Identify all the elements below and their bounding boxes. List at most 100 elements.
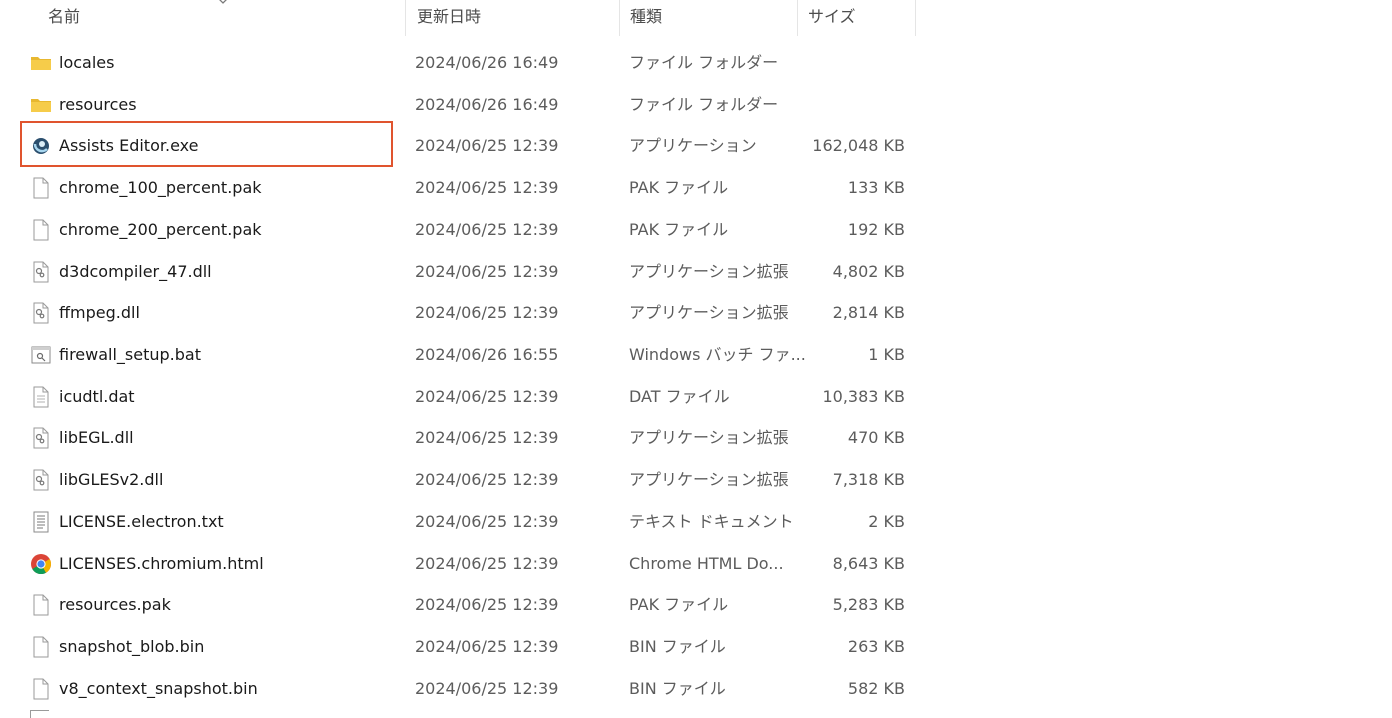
file-row[interactable]: resources 2024/06/26 16:49 ファイル フォルダー xyxy=(0,84,1392,126)
file-date-modified: 2024/06/25 12:39 xyxy=(415,261,559,281)
file-name: libEGL.dll xyxy=(59,428,134,448)
file-name: Assists Editor.exe xyxy=(59,136,199,156)
file-type: DAT ファイル xyxy=(629,386,730,406)
file-size: 7,318 KB xyxy=(832,470,905,490)
file-size: 4,802 KB xyxy=(832,261,905,281)
file-icon xyxy=(30,594,52,616)
file-icon xyxy=(30,177,52,199)
file-date-modified: 2024/06/25 12:39 xyxy=(415,303,559,323)
text-document-icon xyxy=(30,511,52,533)
file-row[interactable]: firewall_setup.bat 2024/06/26 16:55 Window… xyxy=(0,334,1392,376)
file-size: 1 KB xyxy=(868,345,905,365)
file-type: PAK ファイル xyxy=(629,595,729,615)
dll-icon xyxy=(30,261,52,283)
file-type: アプリケーション拡張 xyxy=(629,470,789,490)
file-type: Chrome HTML Do... xyxy=(629,553,784,573)
file-date-modified: 2024/06/26 16:49 xyxy=(415,94,559,114)
file-date-modified: 2024/06/25 12:39 xyxy=(415,470,559,490)
file-size xyxy=(798,84,905,126)
file-type: BIN ファイル xyxy=(629,678,726,698)
file-row[interactable]: locales 2024/06/26 16:49 ファイル フォルダー xyxy=(0,42,1392,84)
dll-icon xyxy=(30,302,52,324)
file-row[interactable]: libGLESv2.dll 2024/06/25 12:39 アプリケーション拡張 7… xyxy=(0,459,1392,501)
dll-icon xyxy=(30,469,52,491)
file-date-modified: 2024/06/25 12:39 xyxy=(415,178,559,198)
file-name: v8_context_snapshot.bin xyxy=(59,678,258,698)
batch-icon xyxy=(30,344,52,366)
file-row[interactable]: chrome_200_percent.pak 2024/06/25 12:39 PA… xyxy=(0,209,1392,251)
file-date-modified: 2024/06/25 12:39 xyxy=(415,428,559,448)
column-header-bar: 名前 更新日時 種類 サイズ xyxy=(0,0,1392,36)
file-date-modified: 2024/06/25 12:39 xyxy=(415,219,559,239)
folder-icon xyxy=(30,52,52,74)
file-name: ffmpeg.dll xyxy=(59,303,140,323)
file-row[interactable]: LICENSES.chromium.html 2024/06/25 12:39 Ch… xyxy=(0,543,1392,585)
file-size: 263 KB xyxy=(847,637,905,657)
file-name: chrome_100_percent.pak xyxy=(59,178,262,198)
file-row[interactable]: resources.pak 2024/06/25 12:39 PAK ファイル 5,2… xyxy=(0,584,1392,626)
file-date-modified: 2024/06/25 12:39 xyxy=(415,553,559,573)
file-type: ファイル フォルダー xyxy=(629,94,779,114)
file-name: resources.pak xyxy=(59,595,171,615)
file-row[interactable]: snapshot_blob.bin 2024/06/25 12:39 BIN ファイ… xyxy=(0,626,1392,668)
file-type: Windows バッチ ファ... xyxy=(629,345,806,365)
file-date-modified: 2024/06/25 12:39 xyxy=(415,678,559,698)
file-size: 192 KB xyxy=(847,219,905,239)
file-type: BIN ファイル xyxy=(629,637,726,657)
file-icon xyxy=(30,678,52,700)
file-row[interactable]: Assists Editor.exe 2024/06/25 12:39 アプリケーシ… xyxy=(0,125,1392,167)
file-row[interactable]: icudtl.dat 2024/06/25 12:39 DAT ファイル 10,383… xyxy=(0,376,1392,418)
file-row[interactable]: LICENSE.electron.txt 2024/06/25 12:39 テキスト… xyxy=(0,501,1392,543)
folder-icon xyxy=(30,94,52,116)
column-header-name[interactable]: 名前 xyxy=(0,0,406,36)
file-date-modified: 2024/06/25 12:39 xyxy=(415,136,559,156)
file-type: テキスト ドキュメント xyxy=(629,511,794,531)
file-row[interactable]: chrome_100_percent.pak 2024/06/25 12:39 PA… xyxy=(0,167,1392,209)
file-size: 2,814 KB xyxy=(832,303,905,323)
file-date-modified: 2024/06/25 12:39 xyxy=(415,595,559,615)
file-row[interactable]: v8_context_snapshot.bin 2024/06/25 12:39 B… xyxy=(0,668,1392,710)
file-size: 5,283 KB xyxy=(832,595,905,615)
chrome-icon xyxy=(30,553,52,575)
column-header-type[interactable]: 種類 xyxy=(620,0,798,36)
file-name: d3dcompiler_47.dll xyxy=(59,261,212,281)
sort-ascending-icon xyxy=(219,0,227,4)
file-date-modified: 2024/06/26 16:49 xyxy=(415,53,559,72)
file-icon xyxy=(30,636,52,658)
file-type: アプリケーション拡張 xyxy=(629,303,789,323)
file-row[interactable]: ffmpeg.dll 2024/06/25 12:39 アプリケーション拡張 2,81… xyxy=(0,292,1392,334)
file-row[interactable]: d3dcompiler_47.dll 2024/06/25 12:39 アプリケーシ… xyxy=(0,251,1392,293)
text-file-icon xyxy=(30,386,52,408)
file-size: 8,643 KB xyxy=(832,553,905,573)
file-date-modified: 2024/06/25 12:39 xyxy=(415,511,559,531)
file-size: 162,048 KB xyxy=(812,136,905,156)
column-header-size[interactable]: サイズ xyxy=(798,0,916,36)
file-size: 470 KB xyxy=(847,428,905,448)
file-name: firewall_setup.bat xyxy=(59,345,201,365)
file-name: LICENSE.electron.txt xyxy=(59,511,224,531)
file-size: 2 KB xyxy=(868,511,905,531)
file-type: アプリケーション拡張 xyxy=(629,428,789,448)
file-date-modified: 2024/06/26 16:55 xyxy=(415,345,559,365)
file-size: 133 KB xyxy=(847,178,905,198)
dll-icon xyxy=(30,427,52,449)
file-name: icudtl.dat xyxy=(59,386,135,406)
file-type: PAK ファイル xyxy=(629,178,729,198)
app-icon xyxy=(30,135,52,157)
file-list: locales 2024/06/26 16:49 ファイル フォルダー resourc… xyxy=(0,42,1392,710)
file-name: locales xyxy=(59,53,115,72)
column-header-date-modified[interactable]: 更新日時 xyxy=(406,0,620,36)
file-row[interactable]: libEGL.dll 2024/06/25 12:39 アプリケーション拡張 470 … xyxy=(0,417,1392,459)
file-name: chrome_200_percent.pak xyxy=(59,219,262,239)
file-icon xyxy=(30,219,52,241)
file-date-modified: 2024/06/25 12:39 xyxy=(415,637,559,657)
file-size xyxy=(798,42,905,84)
file-type: アプリケーション xyxy=(629,136,757,156)
file-date-modified: 2024/06/25 12:39 xyxy=(415,386,559,406)
file-type: アプリケーション拡張 xyxy=(629,261,789,281)
file-name: resources xyxy=(59,94,137,114)
file-type: PAK ファイル xyxy=(629,219,729,239)
file-size: 10,383 KB xyxy=(822,386,905,406)
file-name: snapshot_blob.bin xyxy=(59,637,205,657)
file-type: ファイル フォルダー xyxy=(629,53,779,72)
